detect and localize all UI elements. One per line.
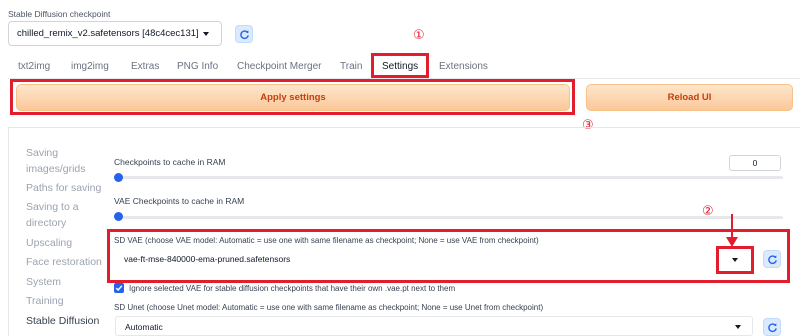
apply-settings-button[interactable]: Apply settings xyxy=(16,84,570,111)
tab-extensions[interactable]: Extensions xyxy=(439,61,488,72)
checkpoint-select[interactable]: chilled_remix_v2.safetensors [48c4cec131… xyxy=(8,21,222,46)
tab-checkpoint-merger[interactable]: Checkpoint Merger xyxy=(237,61,321,72)
chevron-down-icon xyxy=(732,258,738,262)
annotation-marker-1: ① xyxy=(413,28,425,43)
tab-settings[interactable]: Settings xyxy=(382,61,418,72)
sd-unet-select[interactable]: Automatic xyxy=(115,316,753,336)
chevron-down-icon xyxy=(203,32,209,36)
vae-cache-label: VAE Checkpoints to cache in RAM xyxy=(114,196,245,206)
sd-vae-refresh-button[interactable] xyxy=(763,250,781,268)
sidebar-item-saving[interactable]: Saving xyxy=(26,147,58,160)
sidebar-item-paths-for-saving[interactable]: Paths for saving xyxy=(26,182,101,195)
checkpoints-cache-input[interactable]: 0 xyxy=(729,155,781,171)
sidebar-item-directory[interactable]: directory xyxy=(26,217,66,230)
sidebar-item-saving-to-a[interactable]: Saving to a xyxy=(26,201,79,214)
tab-txt2img[interactable]: txt2img xyxy=(18,61,50,72)
sidebar-item-training[interactable]: Training xyxy=(26,295,64,308)
checkpoints-cache-label: Checkpoints to cache in RAM xyxy=(114,157,226,167)
sidebar-item-system[interactable]: System xyxy=(26,276,61,289)
ignore-vae-label: Ignore selected VAE for stable diffusion… xyxy=(129,284,456,293)
sd-unet-refresh-button[interactable] xyxy=(763,318,781,336)
refresh-icon xyxy=(767,322,777,332)
chevron-down-icon xyxy=(735,325,741,329)
sd-vae-select[interactable]: vae-ft-mse-840000-ema-pruned.safetensors xyxy=(115,248,753,270)
checkpoints-cache-slider[interactable] xyxy=(118,176,783,179)
sidebar-item-images-grids[interactable]: images/grids xyxy=(26,163,86,176)
sidebar-item-stable-diffusion[interactable]: Stable Diffusion xyxy=(26,315,99,328)
refresh-icon xyxy=(239,29,249,39)
tab-extras[interactable]: Extras xyxy=(131,61,159,72)
checkpoint-label: Stable Diffusion checkpoint xyxy=(8,9,111,19)
annotation-marker-2: ② xyxy=(702,204,714,219)
reload-ui-button[interactable]: Reload UI xyxy=(586,84,793,111)
tab-img2img[interactable]: img2img xyxy=(71,61,109,72)
tab-png-info[interactable]: PNG Info xyxy=(177,61,218,72)
vae-cache-slider-thumb[interactable] xyxy=(114,212,123,221)
tab-train[interactable]: Train xyxy=(340,61,362,72)
check-icon xyxy=(115,285,123,292)
refresh-icon xyxy=(767,254,777,264)
ignore-vae-checkbox[interactable] xyxy=(114,283,124,293)
checkpoint-value: chilled_remix_v2.safetensors [48c4cec131… xyxy=(17,28,199,39)
checkpoint-refresh-button[interactable] xyxy=(235,25,253,43)
vae-cache-slider[interactable] xyxy=(118,216,783,219)
sidebar-item-upscaling[interactable]: Upscaling xyxy=(26,237,72,250)
sidebar-item-face-restoration[interactable]: Face restoration xyxy=(26,256,102,269)
checkpoints-cache-slider-thumb[interactable] xyxy=(114,173,123,182)
sd-vae-label: SD VAE (choose VAE model: Automatic = us… xyxy=(114,236,539,245)
sd-unet-label: SD Unet (choose Unet model: Automatic = … xyxy=(114,303,544,312)
